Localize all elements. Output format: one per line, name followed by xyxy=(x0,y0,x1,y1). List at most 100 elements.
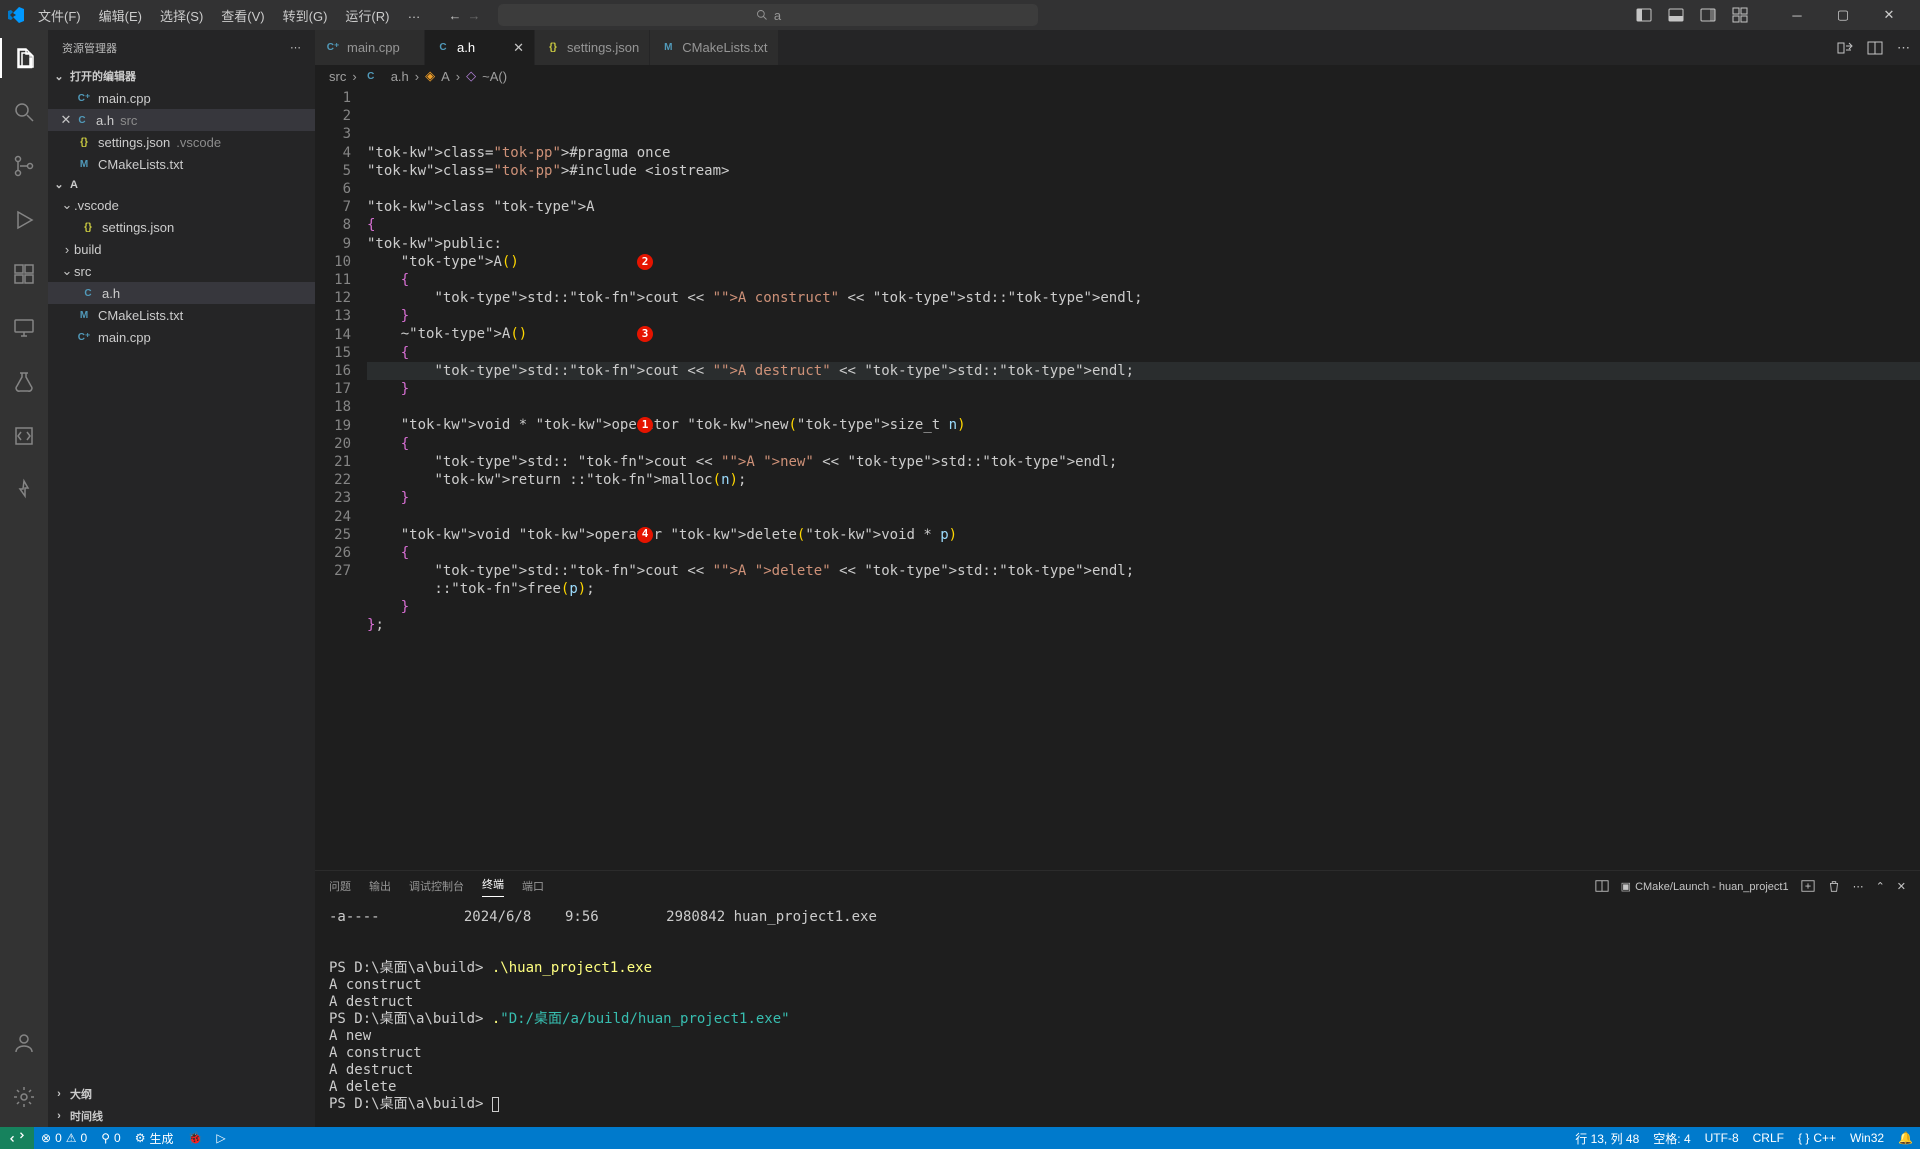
panel-tab-ports[interactable]: 端口 xyxy=(522,878,544,894)
new-terminal-icon[interactable] xyxy=(1801,879,1815,893)
status-run-launch[interactable]: ▷ xyxy=(209,1131,232,1145)
timeline-section[interactable]: ›时间线 xyxy=(48,1105,315,1127)
search-activity-icon[interactable] xyxy=(0,92,48,132)
open-editor-item[interactable]: ✕Ca.hsrc xyxy=(48,109,315,131)
status-cursor[interactable]: 行 13, 列 48 xyxy=(1568,1130,1646,1147)
status-eol[interactable]: CRLF xyxy=(1746,1130,1791,1147)
file-label: main.cpp xyxy=(98,330,151,345)
status-notifications-icon[interactable]: 🔔 xyxy=(1891,1130,1920,1147)
terminal-output[interactable]: -a---- 2024/6/8 9:56 2980842 huan_projec… xyxy=(315,901,1920,1127)
file-desc: .vscode xyxy=(176,135,221,150)
breadcrumb-item[interactable]: src xyxy=(329,69,346,84)
project-label: A xyxy=(70,179,78,191)
c-file-icon: C xyxy=(80,285,96,301)
status-build[interactable]: ⚙生成 xyxy=(128,1130,181,1147)
kill-terminal-icon[interactable] xyxy=(1827,879,1841,893)
nav-forward-icon[interactable]: → xyxy=(467,8,480,23)
menu-edit[interactable]: 编辑(E) xyxy=(91,2,150,29)
testing-icon[interactable] xyxy=(0,362,48,402)
run-debug-icon[interactable] xyxy=(0,200,48,240)
compare-icon[interactable] xyxy=(1837,40,1853,56)
source-control-icon[interactable] xyxy=(0,146,48,186)
cmake-file-icon: M xyxy=(660,40,676,56)
panel-tab-output[interactable]: 输出 xyxy=(369,878,391,894)
breadcrumb[interactable]: src› Ca.h› ◈A› ◇~A() xyxy=(315,65,1920,87)
sidebar-title: 资源管理器 xyxy=(62,40,117,56)
folder-src[interactable]: ⌄src xyxy=(48,260,315,282)
status-spaces[interactable]: 空格: 4 xyxy=(1646,1130,1697,1147)
chevron-right-icon: › xyxy=(60,242,74,257)
remote-indicator[interactable] xyxy=(0,1127,34,1149)
layout-bottom-icon[interactable] xyxy=(1668,7,1684,23)
close-icon[interactable]: ✕ xyxy=(513,40,524,56)
sidebar-more-icon[interactable]: ⋯ xyxy=(290,41,301,54)
status-language[interactable]: { } C++ xyxy=(1791,1130,1843,1147)
panel-tab-terminal[interactable]: 终端 xyxy=(482,876,504,897)
maximize-button[interactable]: ▢ xyxy=(1820,0,1866,30)
open-editor-item[interactable]: MCMakeLists.txt xyxy=(48,153,315,175)
layout-right-icon[interactable] xyxy=(1700,7,1716,23)
breadcrumb-item[interactable]: ~A() xyxy=(482,69,507,84)
command-center[interactable]: a xyxy=(498,4,1038,26)
split-terminal-icon[interactable] xyxy=(1595,879,1609,893)
remote-explorer-icon[interactable] xyxy=(0,308,48,348)
code-content[interactable]: "tok-kw">class="tok-pp">#pragma once"tok… xyxy=(367,87,1920,870)
breadcrumb-item[interactable]: A xyxy=(441,69,450,84)
timeline-label: 时间线 xyxy=(70,1108,103,1124)
account-icon[interactable] xyxy=(0,1023,48,1063)
menu-run[interactable]: 运行(R) xyxy=(337,2,397,29)
outline-section[interactable]: ›大纲 xyxy=(48,1083,315,1105)
settings-gear-icon[interactable] xyxy=(0,1077,48,1117)
menu-select[interactable]: 选择(S) xyxy=(152,2,211,29)
menu-goto[interactable]: 转到(G) xyxy=(275,2,336,29)
tab-cmakelists[interactable]: MCMakeLists.txt xyxy=(650,30,778,65)
close-icon[interactable]: ✕ xyxy=(58,112,74,128)
tab-main-cpp[interactable]: C⁺main.cpp xyxy=(315,30,425,65)
open-editor-item[interactable]: C⁺main.cpp xyxy=(48,87,315,109)
panel-tab-debug[interactable]: 调试控制台 xyxy=(409,878,464,894)
status-ports[interactable]: ⚲0 xyxy=(94,1131,127,1145)
status-errors[interactable]: ⊗0⚠0 xyxy=(34,1131,94,1145)
status-debug-launch[interactable]: 🐞 xyxy=(180,1131,209,1145)
play-icon: ▷ xyxy=(216,1131,225,1145)
status-platform[interactable]: Win32 xyxy=(1843,1130,1891,1147)
terminal-task-label[interactable]: ▣CMake/Launch - huan_project1 xyxy=(1621,880,1789,893)
menu-more[interactable]: … xyxy=(399,2,428,29)
layout-customize-icon[interactable] xyxy=(1732,7,1748,23)
fitten-icon[interactable] xyxy=(0,470,48,510)
file-cmakelists[interactable]: MCMakeLists.txt xyxy=(48,304,315,326)
menu-file[interactable]: 文件(F) xyxy=(30,2,89,29)
cpp-file-icon: C⁺ xyxy=(76,329,92,345)
more-actions-icon[interactable]: ⋯ xyxy=(1897,40,1910,56)
status-encoding[interactable]: UTF-8 xyxy=(1698,1130,1746,1147)
panel-tab-problems[interactable]: 问题 xyxy=(329,878,351,894)
file-settings-json[interactable]: {}settings.json xyxy=(48,216,315,238)
extensions-icon[interactable] xyxy=(0,254,48,294)
explorer-icon[interactable] xyxy=(0,38,48,78)
close-panel-icon[interactable]: ✕ xyxy=(1897,880,1906,893)
menu-view[interactable]: 查看(V) xyxy=(213,2,272,29)
tab-a-h[interactable]: Ca.h✕ xyxy=(425,30,535,65)
file-main-cpp[interactable]: C⁺ main.cpp xyxy=(48,326,315,348)
open-editor-item[interactable]: {}settings.json.vscode xyxy=(48,131,315,153)
project-section[interactable]: ⌄A xyxy=(48,175,315,194)
tab-settings-json[interactable]: {}settings.json xyxy=(535,30,650,65)
layout-left-icon[interactable] xyxy=(1636,7,1652,23)
editor-area: C⁺main.cpp Ca.h✕ {}settings.json MCMakeL… xyxy=(315,30,1920,1127)
c-file-icon: C xyxy=(363,68,379,84)
chevron-down-icon: ⌄ xyxy=(52,70,66,83)
code-editor[interactable]: 1234567891011121314151617181920212223242… xyxy=(315,87,1920,870)
folder-build[interactable]: ›build xyxy=(48,238,315,260)
folder-vscode[interactable]: ⌄.vscode xyxy=(48,194,315,216)
breadcrumb-item[interactable]: a.h xyxy=(391,69,409,84)
more-panel-icon[interactable]: ⋯ xyxy=(1853,880,1864,893)
nav-back-icon[interactable]: ← xyxy=(448,8,461,23)
menu-bar: 文件(F) 编辑(E) 选择(S) 查看(V) 转到(G) 运行(R) … xyxy=(30,2,428,29)
split-editor-icon[interactable] xyxy=(1867,40,1883,56)
cmake-icon[interactable] xyxy=(0,416,48,456)
minimize-button[interactable]: ─ xyxy=(1774,0,1820,30)
open-editors-section[interactable]: ⌄ 打开的编辑器 xyxy=(48,65,315,87)
file-ah[interactable]: Ca.h xyxy=(48,282,315,304)
close-window-button[interactable]: ✕ xyxy=(1866,0,1912,30)
maximize-panel-icon[interactable]: ⌃ xyxy=(1876,880,1885,893)
